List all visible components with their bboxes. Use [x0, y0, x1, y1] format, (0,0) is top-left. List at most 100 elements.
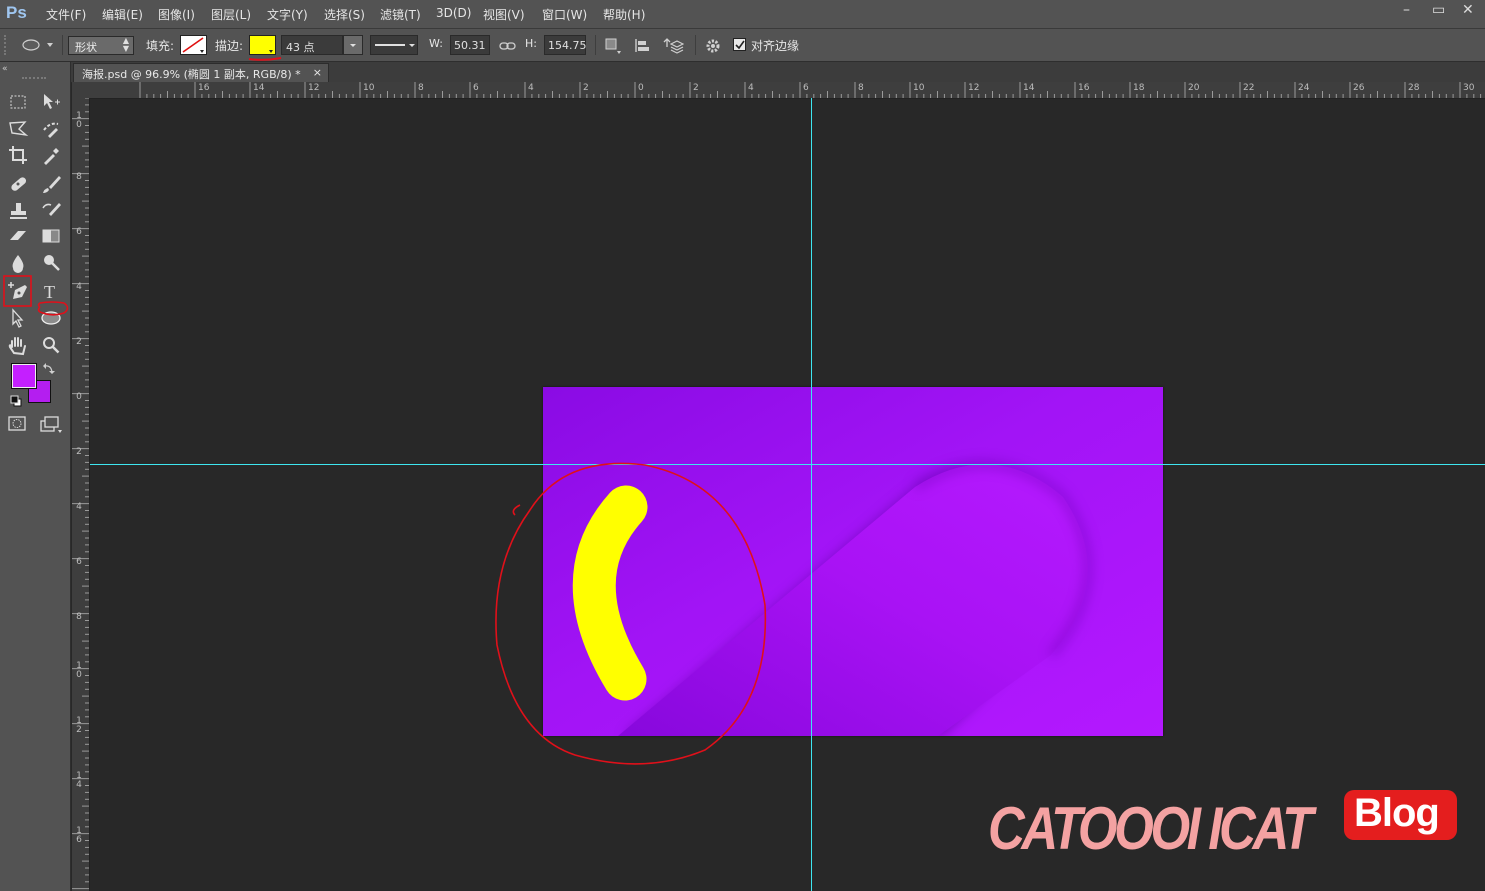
ruler-label: 0 [638, 83, 644, 93]
history-brush-tool[interactable] [40, 200, 62, 222]
width-input[interactable]: 50.31 [450, 35, 490, 55]
ruler-label-vertical: 2 [76, 337, 82, 347]
fill-label: 填充: [146, 39, 175, 53]
fill-swatch[interactable] [180, 35, 207, 55]
menu-3d[interactable]: 3D(D) [436, 6, 471, 20]
gradient-icon [42, 229, 60, 243]
gear-icon[interactable] [704, 37, 724, 55]
menu-view[interactable]: 视图(V) [483, 6, 525, 23]
tool-preset-picker[interactable] [18, 36, 58, 54]
tools-panel: « T [0, 62, 71, 891]
horizontal-guide[interactable] [90, 464, 1485, 465]
quick-selection-tool[interactable] [40, 118, 62, 140]
screen-mode-icon[interactable] [40, 416, 64, 434]
stroke-line-icon [375, 44, 415, 47]
ruler-label: 12 [308, 83, 320, 93]
menu-help[interactable]: 帮助(H) [603, 6, 645, 23]
menu-filter[interactable]: 滤镜(T) [380, 6, 421, 23]
stroke-type-dropdown[interactable] [370, 35, 418, 55]
options-bar: 形状 ▲ ▼ 填充: 描边: 43 点 W: 50.31 H: 154.75 对齐… [0, 29, 1485, 62]
menu-select[interactable]: 选择(S) [324, 6, 365, 23]
stroke-size-input[interactable]: 43 点 [281, 35, 343, 55]
dodge-tool[interactable] [40, 252, 62, 274]
spot-healing-brush-tool[interactable] [7, 173, 29, 195]
stroke-size-dropdown[interactable] [343, 35, 363, 55]
path-arrangement-icon[interactable] [662, 36, 684, 56]
ruler-label-vertical: 6 [76, 557, 82, 567]
watermark: CATOOOI ICAT Blog [985, 788, 1460, 868]
ruler-label: 2 [583, 83, 589, 93]
stroke-swatch[interactable] [249, 35, 276, 55]
vertical-guide[interactable] [811, 98, 812, 891]
height-value: 154.75 [548, 39, 587, 52]
move-icon [44, 94, 60, 109]
ruler-label: 12 [968, 83, 980, 93]
move-tool[interactable] [40, 91, 62, 113]
eraser-tool[interactable] [7, 225, 29, 247]
eyedropper-tool[interactable] [40, 144, 62, 166]
menu-edit[interactable]: 编辑(E) [102, 6, 143, 23]
watermark-badge-text: Blog [1354, 791, 1440, 835]
document-tab-title: 海报.psd @ 96.9% (椭圆 1 副本, RGB/8) * [82, 68, 301, 81]
width-value: 50.31 [454, 39, 486, 52]
ellipse-preset-icon [22, 39, 53, 51]
vertical-ruler[interactable]: 10 8 6 4 2 0 2 4 6 8 10 12 14 16 [72, 98, 90, 891]
path-alignment-icon[interactable] [633, 37, 653, 55]
foreground-color-swatch[interactable] [11, 363, 37, 389]
tab-close-icon[interactable]: × [313, 66, 322, 79]
panel-grip [22, 77, 46, 82]
mode-select[interactable]: 形状 ▲ ▼ [68, 36, 134, 55]
ruler-label: 8 [418, 83, 424, 93]
ruler-origin[interactable] [72, 82, 91, 99]
menu-image[interactable]: 图像(I) [158, 6, 195, 23]
swap-colors-icon[interactable] [43, 362, 55, 374]
close-button[interactable]: ✕ [1462, 2, 1474, 18]
ruler-label: 18 [1133, 83, 1145, 93]
width-label: W: [429, 37, 443, 50]
ruler-label-vertical: 4 [76, 282, 82, 292]
quick-mask-icon[interactable] [8, 416, 30, 432]
bandage-icon [11, 177, 27, 191]
water-drop-icon [12, 255, 24, 273]
horizontal-ruler[interactable]: 1614121086420246810121416182022242628303… [90, 82, 1485, 99]
document-tab[interactable]: 海报.psd @ 96.9% (椭圆 1 副本, RGB/8) * × [73, 63, 329, 82]
path-operations-icon[interactable] [604, 37, 622, 55]
brush-tool[interactable] [40, 173, 62, 195]
ruler-label: 8 [858, 83, 864, 93]
gradient-tool[interactable] [40, 225, 62, 247]
height-input[interactable]: 154.75 [544, 35, 587, 55]
stroke-size-value: 43 点 [286, 41, 315, 54]
ruler-label: 10 [913, 83, 925, 93]
default-colors-icon[interactable] [10, 395, 22, 407]
menu-file[interactable]: 文件(F) [46, 6, 86, 23]
stamp-icon [10, 203, 27, 219]
rectangular-marquee-tool[interactable] [7, 91, 29, 113]
ruler-label-vertical: 4 [76, 502, 82, 512]
ruler-label: 14 [253, 83, 265, 93]
blur-tool[interactable] [7, 252, 29, 274]
crop-tool[interactable] [7, 144, 29, 166]
maximize-button[interactable]: ▭ [1432, 2, 1445, 18]
lasso-tool[interactable] [7, 118, 29, 140]
watermark-text: CATOOOI ICAT [988, 795, 1313, 862]
menu-layer[interactable]: 图层(L) [211, 6, 251, 23]
menu-type[interactable]: 文字(Y) [267, 6, 308, 23]
ruler-label: 22 [1243, 83, 1255, 93]
ruler-label-vertical: 8 [76, 172, 82, 182]
link-icon[interactable] [499, 40, 517, 52]
checkmark-icon [735, 40, 745, 50]
clone-stamp-tool[interactable] [7, 200, 29, 222]
no-fill-icon [182, 37, 204, 53]
minimize-button[interactable]: – [1403, 2, 1410, 18]
marquee-icon [10, 95, 26, 109]
ruler-ticks [139, 82, 1482, 98]
watermark-badge: Blog [1344, 790, 1457, 840]
ruler-label-vertical: 0 [76, 392, 82, 402]
ruler-label-vertical: 12 [76, 716, 82, 735]
ruler-label: 20 [1188, 83, 1200, 93]
menu-window[interactable]: 窗口(W) [542, 6, 587, 23]
align-edges-checkbox[interactable] [733, 38, 746, 51]
collapse-panel-icon[interactable]: « [2, 64, 8, 74]
ruler-label-vertical: 10 [76, 661, 82, 680]
history-brush-icon [42, 203, 61, 216]
